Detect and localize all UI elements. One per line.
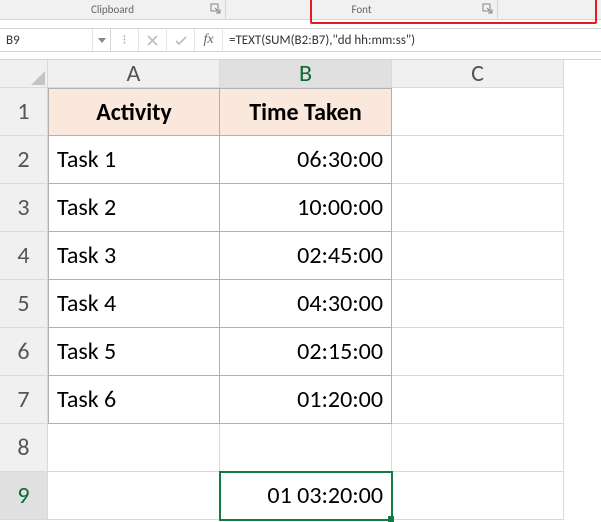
cell-B9[interactable]: 01 03:20:00 (220, 472, 392, 520)
select-all-corner[interactable] (0, 60, 48, 88)
cell-A3[interactable]: Task 2 (48, 184, 220, 232)
insert-function-icon[interactable]: fx (195, 29, 223, 51)
cell-B3[interactable]: 10:00:00 (220, 184, 392, 232)
row-header-5[interactable]: 5 (0, 280, 48, 328)
cell-C9[interactable] (392, 472, 564, 520)
cell-C8[interactable] (392, 424, 564, 472)
column-header-C[interactable]: C (392, 60, 564, 88)
cell-B9-value: 01 03:20:00 (267, 481, 383, 510)
dialog-launcher-icon[interactable] (210, 3, 222, 15)
enter-formula-icon[interactable] (167, 29, 195, 51)
cell-B4[interactable]: 02:45:00 (220, 232, 392, 280)
cell-C7[interactable] (392, 376, 564, 424)
cell-A2[interactable]: Task 1 (48, 136, 220, 184)
cell-C6[interactable] (392, 328, 564, 376)
cell-A1[interactable]: Activity (48, 88, 220, 136)
cell-B8[interactable] (220, 424, 392, 472)
row-header-2[interactable]: 2 (0, 136, 48, 184)
ribbon-group-clipboard: Clipboard (91, 3, 134, 16)
cell-A4[interactable]: Task 3 (48, 232, 220, 280)
cell-C5[interactable] (392, 280, 564, 328)
row-header-6[interactable]: 6 (0, 328, 48, 376)
cell-B7[interactable]: 01:20:00 (220, 376, 392, 424)
dialog-launcher-icon[interactable] (482, 3, 494, 15)
name-box[interactable]: B9 (0, 29, 92, 51)
column-header-B[interactable]: B (220, 60, 392, 88)
row-header-4[interactable]: 4 (0, 232, 48, 280)
cell-A9[interactable] (48, 472, 220, 520)
cell-C2[interactable] (392, 136, 564, 184)
row-header-1[interactable]: 1 (0, 88, 48, 136)
ribbon-group-strip: Clipboard Font (0, 0, 601, 20)
spreadsheet-grid[interactable]: A B C 1 Activity Time Taken 2 Task 1 06:… (0, 60, 601, 520)
formula-text: =TEXT(SUM(B2:B7),"dd hh:mm:ss") (229, 33, 415, 48)
cell-C3[interactable] (392, 184, 564, 232)
row-header-9[interactable]: 9 (0, 472, 48, 520)
ribbon-group-font: Font (351, 3, 371, 16)
cancel-formula-icon[interactable] (139, 29, 167, 51)
fill-handle[interactable] (388, 516, 394, 522)
cell-B6[interactable]: 02:15:00 (220, 328, 392, 376)
row-header-3[interactable]: 3 (0, 184, 48, 232)
cell-A7[interactable]: Task 6 (48, 376, 220, 424)
name-box-dropdown-icon[interactable] (92, 29, 110, 51)
row-header-8[interactable]: 8 (0, 424, 48, 472)
cell-C4[interactable] (392, 232, 564, 280)
formula-input[interactable]: =TEXT(SUM(B2:B7),"dd hh:mm:ss") (223, 29, 601, 51)
cell-B1[interactable]: Time Taken (220, 88, 392, 136)
column-header-A[interactable]: A (48, 60, 220, 88)
spacer: ⁝ (111, 29, 139, 51)
formula-bar: B9 ⁝ fx =TEXT(SUM(B2:B7),"dd hh:mm:ss") (0, 28, 601, 52)
row-header-7[interactable]: 7 (0, 376, 48, 424)
cell-A6[interactable]: Task 5 (48, 328, 220, 376)
cell-B5[interactable]: 04:30:00 (220, 280, 392, 328)
cell-C1[interactable] (392, 88, 564, 136)
cell-B2[interactable]: 06:30:00 (220, 136, 392, 184)
cell-A8[interactable] (48, 424, 220, 472)
cell-A5[interactable]: Task 4 (48, 280, 220, 328)
